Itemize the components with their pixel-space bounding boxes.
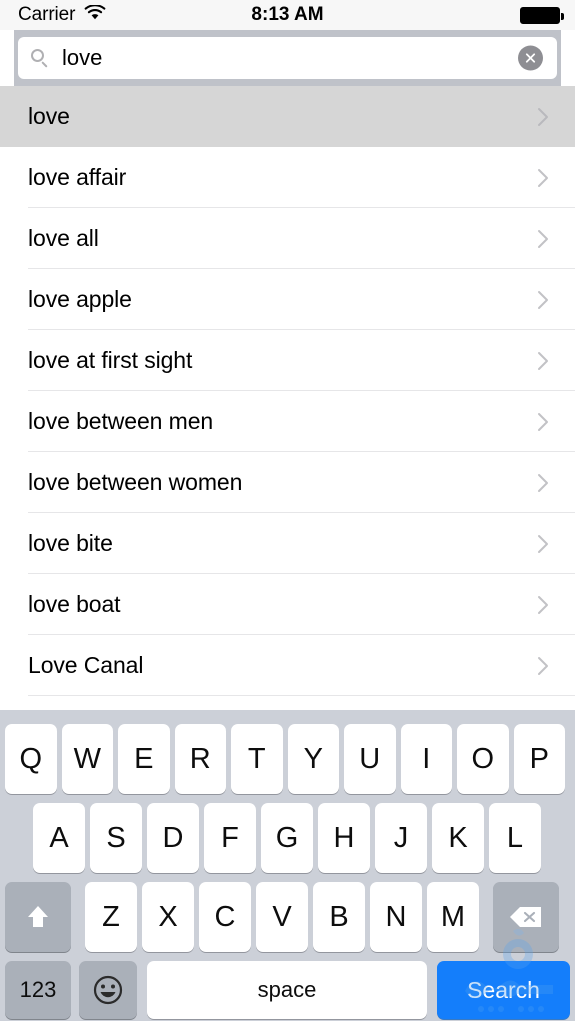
key-a[interactable]: A xyxy=(33,803,85,873)
suggestion-list[interactable]: love love affair love all love apple lov… xyxy=(0,86,575,710)
chevron-right-icon xyxy=(537,473,549,493)
key-g[interactable]: G xyxy=(261,803,313,873)
chevron-right-icon xyxy=(537,351,549,371)
key-z[interactable]: Z xyxy=(85,882,137,952)
search-icon xyxy=(30,48,50,68)
list-item[interactable]: Love Canal xyxy=(0,635,575,696)
list-item-label: Love Canal xyxy=(28,652,144,678)
key-c[interactable]: C xyxy=(199,882,251,952)
shift-key[interactable] xyxy=(5,882,71,952)
space-key[interactable]: space xyxy=(147,961,427,1019)
list-item[interactable]: love boat xyxy=(0,574,575,635)
key-b[interactable]: B xyxy=(313,882,365,952)
list-item[interactable]: love all xyxy=(0,208,575,269)
key-d[interactable]: D xyxy=(147,803,199,873)
key-o[interactable]: O xyxy=(457,724,509,794)
keyboard-row-1: Q W E R T Y U I O P xyxy=(5,724,570,794)
list-item-label: love affair xyxy=(28,164,127,190)
list-item[interactable]: love affair xyxy=(0,147,575,208)
list-item[interactable]: love between men xyxy=(0,391,575,452)
search-input[interactable]: love xyxy=(18,37,557,79)
key-t[interactable]: T xyxy=(231,724,283,794)
chevron-right-icon xyxy=(537,534,549,554)
list-item-label: love apple xyxy=(28,286,132,312)
key-q[interactable]: Q xyxy=(5,724,57,794)
chevron-right-icon xyxy=(537,595,549,615)
virtual-keyboard[interactable]: Q W E R T Y U I O P A S D F G H J K L Z … xyxy=(0,710,575,1021)
status-bar-right xyxy=(520,0,564,30)
key-p[interactable]: P xyxy=(513,724,565,794)
key-f[interactable]: F xyxy=(204,803,256,873)
clear-icon[interactable] xyxy=(518,45,543,71)
status-bar: Carrier 8:13 AM xyxy=(0,0,575,30)
key-i[interactable]: I xyxy=(400,724,452,794)
key-s[interactable]: S xyxy=(90,803,142,873)
list-item-label: love all xyxy=(28,225,99,251)
keyboard-row-4: 123 space Search xyxy=(5,961,570,1019)
list-item-label: love bite xyxy=(28,530,113,556)
key-w[interactable]: W xyxy=(61,724,113,794)
list-item-label: love xyxy=(28,103,70,129)
key-l[interactable]: L xyxy=(489,803,541,873)
key-h[interactable]: H xyxy=(318,803,370,873)
key-n[interactable]: N xyxy=(370,882,422,952)
app-screen: Carrier 8:13 AM love love love affair lo… xyxy=(0,0,575,1021)
backspace-delete-icon[interactable] xyxy=(493,882,559,952)
key-j[interactable]: J xyxy=(375,803,427,873)
list-item[interactable]: love between women xyxy=(0,452,575,513)
key-x[interactable]: X xyxy=(142,882,194,952)
chevron-right-icon xyxy=(537,168,549,188)
list-item-label: love between men xyxy=(28,408,214,434)
key-v[interactable]: V xyxy=(256,882,308,952)
list-item[interactable]: love xyxy=(0,86,575,147)
list-item-label: love at first sight xyxy=(28,347,193,373)
keyboard-row-3: Z X C V B N M xyxy=(5,882,570,952)
battery-full-icon xyxy=(520,6,564,24)
chevron-right-icon xyxy=(537,412,549,432)
list-item[interactable]: love at first sight xyxy=(0,330,575,391)
key-k[interactable]: K xyxy=(432,803,484,873)
chevron-right-icon xyxy=(537,290,549,310)
status-bar-time: 8:13 AM xyxy=(251,4,324,25)
list-item[interactable]: love apple xyxy=(0,269,575,330)
search-bar: love xyxy=(0,30,575,86)
chevron-right-icon xyxy=(537,107,549,127)
numbers-key[interactable]: 123 xyxy=(5,961,71,1019)
key-y[interactable]: Y xyxy=(287,724,339,794)
list-item-label: love between women xyxy=(28,469,243,495)
search-key[interactable]: Search xyxy=(437,961,570,1019)
list-item[interactable]: love bite xyxy=(0,513,575,574)
keyboard-row-2: A S D F G H J K L xyxy=(33,803,575,873)
emoji-smiley-icon[interactable] xyxy=(79,961,137,1019)
key-u[interactable]: U xyxy=(344,724,396,794)
chevron-right-icon xyxy=(537,656,549,676)
chevron-right-icon xyxy=(537,229,549,249)
key-e[interactable]: E xyxy=(118,724,170,794)
key-r[interactable]: R xyxy=(174,724,226,794)
list-separator xyxy=(28,695,575,696)
key-m[interactable]: M xyxy=(427,882,479,952)
list-item-label: love boat xyxy=(28,591,121,617)
search-input-value: love xyxy=(62,45,103,70)
